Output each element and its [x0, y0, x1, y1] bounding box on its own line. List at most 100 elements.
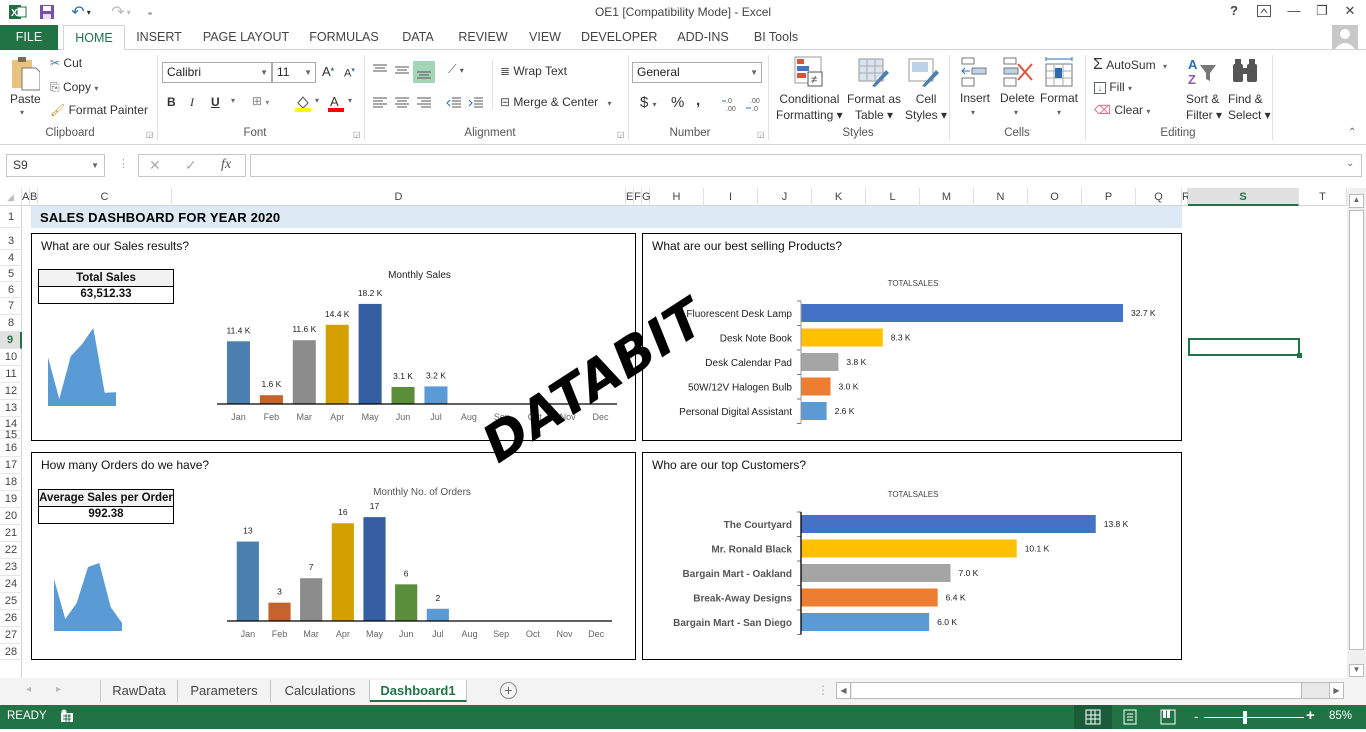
tab-page-layout[interactable]: PAGE LAYOUT [198, 25, 294, 50]
orientation-button[interactable]: ⟋ ▾ [448, 62, 464, 77]
minimize-button[interactable]: — [1282, 3, 1306, 21]
vertical-scroll-thumb[interactable] [1349, 210, 1364, 650]
selected-cell-s9[interactable] [1188, 338, 1302, 358]
find-select-icon[interactable] [1230, 56, 1260, 86]
clipboard-launcher-icon[interactable]: ◲ [146, 130, 154, 139]
underline-button[interactable]: U [211, 95, 220, 109]
column-header-i[interactable]: I [704, 188, 758, 206]
restore-button[interactable]: ❐ [1310, 3, 1334, 21]
select-all-button[interactable]: ◢ [0, 188, 22, 206]
row-header-10[interactable]: 10 [0, 349, 22, 366]
formula-input[interactable] [250, 154, 1362, 177]
increase-font-button[interactable]: A▴ [322, 64, 334, 79]
row-header-13[interactable]: 13 [0, 400, 22, 417]
column-header-q[interactable]: Q [1136, 188, 1182, 206]
formula-bar-grip-icon[interactable]: ⋮ [118, 157, 129, 170]
page-layout-view-button[interactable] [1122, 709, 1138, 725]
column-header-o[interactable]: O [1028, 188, 1082, 206]
row-header-19[interactable]: 19 [0, 491, 22, 508]
row-header-6[interactable]: 6 [0, 282, 22, 298]
collapse-ribbon-icon[interactable]: ⌃ [1348, 127, 1356, 138]
format-painter-button[interactable]: 🖌 Format Painter [50, 103, 148, 117]
increase-indent-icon[interactable] [468, 96, 484, 110]
cell-styles-button[interactable]: Cell Styles ▾ [905, 91, 947, 123]
row-header-21[interactable]: 21 [0, 525, 22, 542]
format-as-table-button[interactable]: Format as Table ▾ [847, 91, 901, 123]
row-header-5[interactable]: 5 [0, 266, 22, 282]
autosum-button[interactable]: Σ AutoSum ▾ [1093, 56, 1167, 74]
worksheet-grid[interactable]: SALES DASHBOARD FOR YEAR 2020 What are o… [23, 206, 1346, 678]
row-header-17[interactable]: 17 [0, 457, 22, 474]
format-dropdown-icon[interactable]: ▾ [1057, 108, 1061, 117]
font-name-select[interactable]: Calibri ▼ [162, 62, 272, 83]
percent-button[interactable]: % [671, 94, 684, 111]
borders-button[interactable]: ⊞ ▾ [252, 94, 269, 108]
page-break-view-button[interactable] [1160, 709, 1176, 725]
align-right-icon[interactable] [416, 96, 432, 110]
underline-dropdown-icon[interactable]: ▾ [231, 96, 235, 105]
top-customers-chart[interactable]: TOTALSALES 13.8 K The Courtyard 10.1 K Mr. R… [643, 475, 1181, 645]
column-header-g[interactable]: G [642, 188, 651, 206]
paste-dropdown-icon[interactable]: ▾ [20, 108, 24, 117]
column-header-d[interactable]: D [172, 188, 626, 206]
sheet-tab-dashboard1[interactable]: Dashboard1 [370, 680, 467, 702]
normal-view-button[interactable] [1074, 705, 1112, 729]
paste-icon[interactable] [10, 56, 41, 92]
next-sheet-icon[interactable]: ▸ [56, 684, 61, 695]
tab-add-ins[interactable]: ADD-INS [670, 25, 736, 50]
font-color-button[interactable]: A [328, 94, 344, 112]
column-header-l[interactable]: L [866, 188, 920, 206]
number-format-select[interactable]: General ▼ [632, 62, 762, 83]
row-header-23[interactable]: 23 [0, 559, 22, 576]
sheet-tab-rawdata[interactable]: RawData [100, 680, 178, 702]
fill-color-button[interactable] [295, 94, 311, 112]
insert-function-button[interactable]: fx [221, 157, 231, 173]
tab-review[interactable]: REVIEW [456, 25, 510, 50]
row-header-26[interactable]: 26 [0, 610, 22, 627]
column-header-f[interactable]: F [634, 188, 642, 206]
add-sheet-button[interactable]: + [500, 682, 517, 699]
fill-dropdown-icon[interactable]: ▾ [315, 96, 319, 105]
align-top-icon[interactable] [372, 62, 388, 76]
column-header-b[interactable]: B [30, 188, 38, 206]
font-launcher-icon[interactable]: ◲ [353, 130, 361, 139]
comma-button[interactable]: , [696, 92, 700, 109]
alignment-launcher-icon[interactable]: ◲ [617, 130, 625, 139]
row-header-3[interactable]: 3 [0, 232, 22, 250]
column-header-k[interactable]: K [812, 188, 866, 206]
clear-button[interactable]: ⌫ Clear ▾ [1094, 103, 1150, 117]
decrease-indent-icon[interactable] [446, 96, 462, 110]
prev-sheet-icon[interactable]: ◂ [26, 684, 31, 695]
sheet-tab-parameters[interactable]: Parameters [178, 680, 271, 702]
column-header-h[interactable]: H [650, 188, 704, 206]
confirm-entry-button[interactable]: ✓ [185, 157, 197, 174]
decrease-font-button[interactable]: A▾ [344, 66, 355, 80]
number-launcher-icon[interactable]: ◲ [757, 130, 765, 139]
insert-dropdown-icon[interactable]: ▾ [971, 108, 975, 117]
row-header-4[interactable]: 4 [0, 250, 22, 266]
horizontal-scroll-thumb[interactable] [852, 683, 1302, 698]
sort-filter-button[interactable]: Sort & Filter ▾ [1186, 91, 1222, 123]
decrease-decimal-icon[interactable]: .00.0 [746, 96, 764, 113]
zoom-slider-thumb[interactable] [1243, 711, 1247, 724]
column-header-c[interactable]: C [38, 188, 172, 206]
align-center-icon[interactable] [394, 96, 410, 110]
insert-cells-icon[interactable] [960, 56, 990, 88]
close-button[interactable]: ✕ [1338, 3, 1362, 21]
tab-splitter-icon[interactable]: ⋮ [817, 683, 829, 697]
tab-bi-tools[interactable]: BI Tools [748, 25, 804, 50]
tab-formulas[interactable]: FORMULAS [306, 25, 382, 50]
paste-button[interactable]: Paste [10, 92, 41, 106]
row-header-25[interactable]: 25 [0, 593, 22, 610]
user-avatar[interactable] [1332, 25, 1358, 49]
row-header-12[interactable]: 12 [0, 383, 22, 400]
align-bottom-icon[interactable] [413, 61, 435, 83]
help-button[interactable]: ? [1222, 3, 1246, 21]
format-as-table-icon[interactable] [858, 56, 890, 88]
conditional-formatting-button[interactable]: Conditional Formatting ▾ [776, 91, 843, 123]
tab-insert[interactable]: INSERT [133, 25, 185, 50]
row-header-27[interactable]: 27 [0, 627, 22, 644]
currency-button[interactable]: $ ▾ [640, 94, 657, 111]
merge-center-button[interactable]: ⊟ Merge & Center ▾ [500, 95, 611, 109]
cut-button[interactable]: ✂ Cut [50, 56, 82, 70]
